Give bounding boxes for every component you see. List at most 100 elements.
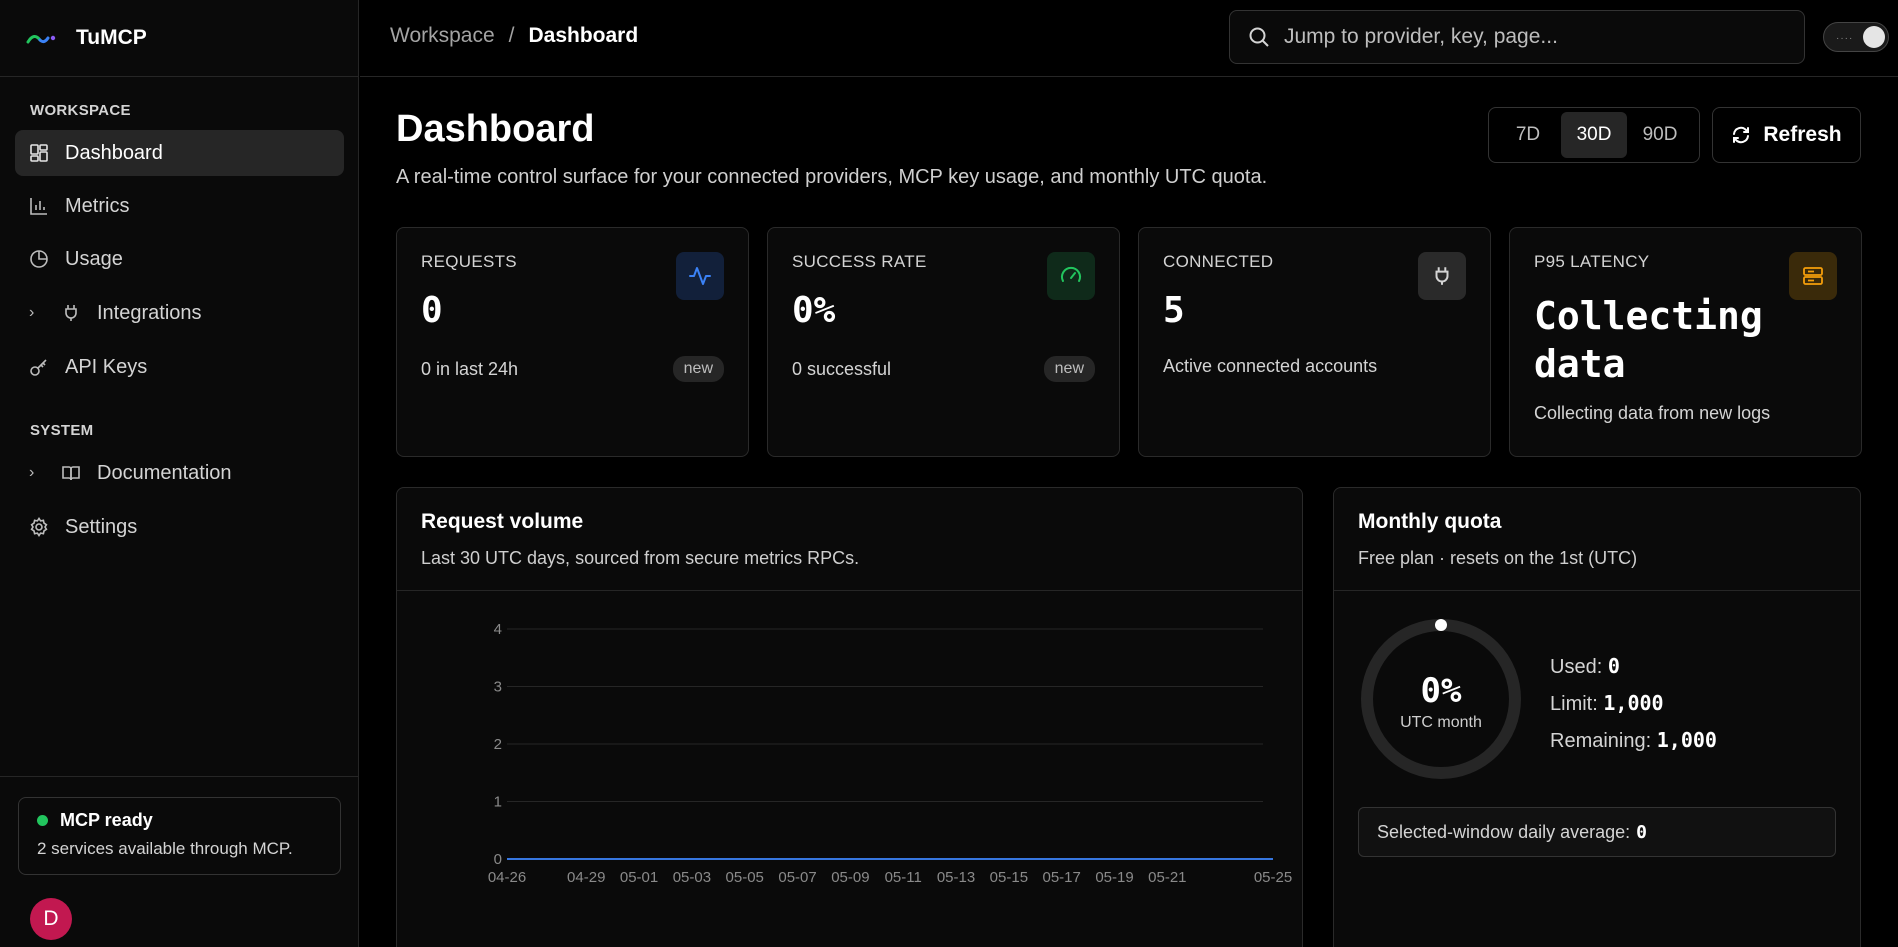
theme-toggle[interactable]: ···· — [1823, 22, 1889, 52]
panel-title: Request volume — [421, 510, 584, 533]
y-tick-label: 1 — [494, 794, 502, 811]
sidebar-item-label: Metrics — [65, 194, 130, 217]
toggle-dots-icon: ···· — [1836, 33, 1854, 44]
search-box[interactable] — [1229, 10, 1805, 64]
quota-used-label: Used: — [1550, 656, 1603, 678]
breadcrumb-current: Dashboard — [528, 24, 639, 47]
x-tick-label: 04-29 — [567, 869, 605, 886]
sidebar-item-label: API Keys — [65, 355, 148, 378]
sidebar-item-label: Documentation — [97, 461, 232, 484]
sidebar-item-documentation[interactable]: › Documentation — [15, 450, 344, 496]
stat-card-connected: CONNECTED 5 Active connected accounts — [1138, 227, 1491, 457]
breadcrumb-workspace[interactable]: Workspace — [390, 24, 495, 48]
stat-card-success-rate: SUCCESS RATE 0% 0 successful new — [767, 227, 1120, 457]
x-tick-label: 05-19 — [1095, 869, 1133, 886]
range-7d-button[interactable]: 7D — [1495, 112, 1561, 158]
toggle-knob — [1863, 26, 1885, 48]
x-tick-label: 05-01 — [620, 869, 658, 886]
quota-percent-label: UTC month — [1400, 714, 1482, 731]
daily-average-value: 0 — [1636, 821, 1647, 843]
search-icon — [1249, 27, 1269, 47]
stat-foot-text: Collecting data from new logs — [1534, 403, 1771, 423]
quota-limit-row: Limit: 1,000 — [1550, 685, 1717, 722]
key-icon — [29, 357, 49, 377]
status-title: MCP ready — [60, 810, 153, 830]
panel-subtitle: Free plan · resets on the 1st (UTC) — [1358, 548, 1638, 568]
breadcrumb-separator: / — [508, 24, 515, 47]
quota-limit-value: 1,000 — [1603, 691, 1664, 715]
sidebar-item-usage[interactable]: Usage — [15, 236, 344, 282]
logo-icon — [26, 35, 56, 44]
range-selector: 7D 30D 90D — [1488, 107, 1700, 163]
x-tick-label: 05-11 — [885, 869, 922, 886]
chevron-right-icon[interactable]: › — [29, 304, 43, 322]
monthly-quota-panel: Monthly quota Free plan · resets on the … — [1333, 487, 1861, 947]
stat-foot-text: 0 successful — [792, 358, 892, 379]
chevron-right-icon[interactable]: › — [29, 464, 43, 482]
quota-limit-label: Limit: — [1550, 693, 1598, 715]
sidebar-item-metrics[interactable]: Metrics — [15, 183, 344, 229]
sidebar-item-label: Integrations — [97, 301, 202, 324]
stat-footer: Active connected accounts — [1163, 356, 1466, 377]
status-description: 2 services available through MCP. — [37, 839, 293, 858]
avatar[interactable]: D — [30, 898, 72, 940]
quota-remaining-row: Remaining: 1,000 — [1550, 722, 1717, 759]
stat-foot-text: Active connected accounts — [1163, 356, 1378, 376]
sidebar-item-label: Usage — [65, 247, 123, 270]
stat-footer: 0 successful new — [792, 356, 1095, 382]
stat-value-line2: data — [1534, 342, 1626, 386]
pie-chart-icon — [29, 249, 49, 269]
panel-header: Request volume Last 30 UTC days, sourced… — [397, 488, 1302, 591]
quota-ring-progress-dot — [1435, 619, 1447, 631]
status-title-row: MCP ready — [37, 810, 322, 831]
sidebar: TuMCP WORKSPACE Dashboard Metrics Usage … — [0, 0, 359, 947]
sidebar-item-api-keys[interactable]: API Keys — [15, 344, 344, 390]
quota-remaining-value: 1,000 — [1656, 728, 1717, 752]
request-volume-chart: 0 1 2 3 4 04-26 04-29 05-01 05-03 05-05 05-07 05-09… — [488, 621, 1292, 886]
x-tick-label: 05-17 — [1043, 869, 1081, 886]
page-title: Dashboard — [396, 108, 595, 150]
book-icon — [61, 463, 81, 483]
page-subtitle: A real-time control surface for your con… — [396, 166, 1268, 188]
app-name: TuMCP — [76, 26, 147, 49]
plug-icon — [1418, 252, 1466, 300]
panel-subtitle: Last 30 UTC days, sourced from secure me… — [421, 548, 860, 568]
refresh-icon — [1731, 125, 1751, 145]
quota-remaining-label: Remaining: — [1550, 730, 1652, 752]
sidebar-item-label: Dashboard — [65, 141, 163, 164]
sidebar-item-dashboard[interactable]: Dashboard — [15, 130, 344, 176]
breadcrumb: Workspace / Dashboard — [390, 24, 638, 48]
y-tick-label: 0 — [494, 851, 502, 868]
panel-header: Monthly quota Free plan · resets on the … — [1334, 488, 1860, 591]
plug-icon — [61, 303, 81, 323]
stat-value: Collecting data — [1534, 292, 1837, 388]
panel-title: Monthly quota — [1358, 510, 1502, 533]
stat-value-line1: Collecting — [1534, 294, 1763, 338]
stat-footer: 0 in last 24h new — [421, 356, 724, 382]
range-90d-button[interactable]: 90D — [1627, 112, 1693, 158]
x-tick-label: 05-05 — [726, 869, 764, 886]
status-badge: new — [672, 356, 724, 382]
x-tick-label: 05-25 — [1254, 869, 1292, 886]
brand[interactable]: TuMCP — [0, 0, 358, 77]
quota-percent: 0% — [1420, 671, 1462, 711]
search-input[interactable] — [1284, 25, 1764, 49]
activity-icon — [676, 252, 724, 300]
stat-footer: Collecting data from new logs — [1534, 403, 1837, 424]
sidebar-item-settings[interactable]: Settings — [15, 504, 344, 550]
gear-icon — [29, 517, 49, 537]
x-tick-label: 04-26 — [488, 869, 526, 886]
sidebar-item-integrations[interactable]: › Integrations — [15, 290, 344, 336]
x-tick-label: 05-03 — [673, 869, 711, 886]
status-dot-icon — [37, 815, 48, 826]
range-30d-button[interactable]: 30D — [1561, 112, 1627, 158]
stat-foot-text: 0 in last 24h — [421, 358, 519, 379]
x-tick-label: 05-13 — [937, 869, 975, 886]
sidebar-item-label: Settings — [65, 515, 138, 538]
nav-section-workspace: WORKSPACE — [30, 102, 131, 119]
x-tick-label: 05-07 — [778, 869, 816, 886]
status-badge: new — [1043, 356, 1095, 382]
x-tick-label: 05-09 — [831, 869, 869, 886]
refresh-button[interactable]: Refresh — [1712, 107, 1861, 163]
stat-card-requests: REQUESTS 0 0 in last 24h new — [396, 227, 749, 457]
